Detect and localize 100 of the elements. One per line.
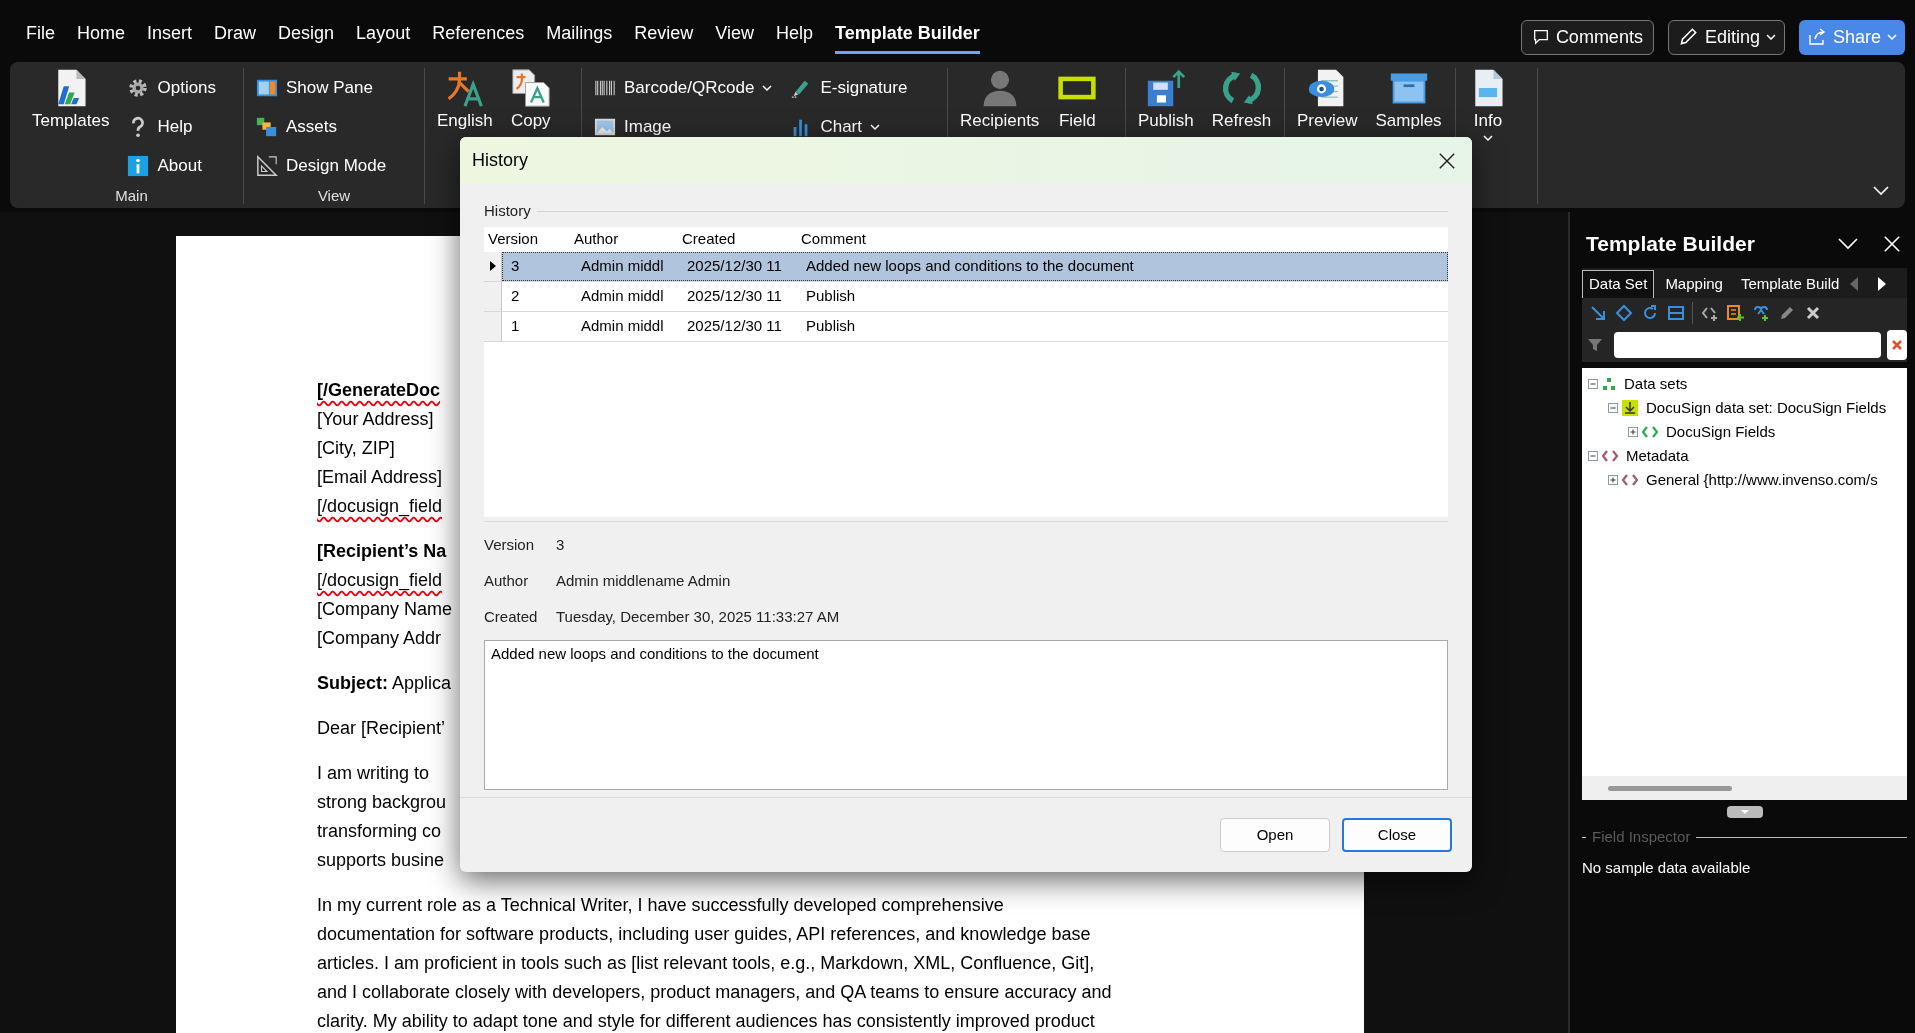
add-list-icon	[1726, 304, 1744, 322]
close-icon	[1883, 235, 1901, 253]
chevron-down-icon	[762, 84, 773, 91]
pane-tab[interactable]: Template Build	[1733, 270, 1847, 298]
field-label: Author	[484, 571, 530, 592]
clear-filter-button[interactable]	[1887, 330, 1907, 360]
add-list-button[interactable]	[1725, 303, 1745, 323]
table-row[interactable]: 2 Admin middl 2025/12/30 11 Publish	[502, 281, 1448, 311]
menu-tab[interactable]: References	[432, 20, 525, 54]
filter-icon	[1588, 338, 1602, 352]
tree-item[interactable]: Metadata	[1626, 444, 1689, 468]
ribbon-button[interactable]: About	[123, 146, 221, 185]
ribbon-button[interactable]: Preview	[1293, 68, 1362, 131]
pane-tab[interactable]: Mapping	[1658, 270, 1730, 298]
row-header[interactable]	[484, 251, 502, 281]
group-label: View	[316, 186, 352, 206]
ribbon-button[interactable]: Publish	[1134, 68, 1198, 131]
column-header[interactable]: Version	[484, 226, 570, 252]
tree-item[interactable]: DocuSign Fields	[1666, 420, 1776, 444]
chevron-down-icon	[1765, 34, 1776, 40]
field-value: Tuesday, December 30, 2025 11:33:27 AM	[556, 607, 840, 628]
menu-tab[interactable]: Layout	[356, 20, 411, 54]
chevron-down-icon	[1483, 135, 1493, 141]
dialog-button[interactable]: Open	[1220, 818, 1330, 852]
menu-tab[interactable]: File	[26, 20, 55, 54]
refresh-icon	[1641, 304, 1659, 322]
menu-tab[interactable]: Review	[634, 20, 694, 54]
chevron-down-icon	[1873, 186, 1889, 196]
ribbon-button[interactable]: Show Pane	[252, 68, 391, 107]
ribbon-button[interactable]: Chart	[786, 107, 912, 146]
ribbon-button[interactable]: Help	[123, 107, 221, 146]
share-button[interactable]: Share	[1798, 19, 1905, 55]
ribbon-button[interactable]: Assets	[252, 107, 391, 146]
code-icon	[1602, 450, 1618, 462]
group-label: History	[484, 201, 531, 221]
document-paragraph: [/GenerateDoc [Your Address] [City, ZIP] [Email Address] [/docusign_field	[317, 379, 443, 519]
editing-button[interactable]: Editing	[1667, 19, 1785, 55]
comments-button[interactable]: Comments	[1520, 19, 1654, 55]
ribbon-button[interactable]: Copy	[506, 68, 555, 131]
ribbon-button[interactable]: Recipients	[956, 68, 1044, 131]
collapse-toggle[interactable]	[1588, 379, 1598, 389]
table-cell-text: 2025/12/30 11	[686, 285, 783, 306]
menu-tab[interactable]: Insert	[147, 20, 193, 54]
ribbon-button[interactable]: Barcode/QRcode	[590, 68, 777, 107]
dialog-button[interactable]: Close	[1342, 818, 1452, 852]
ribbon-button[interactable]: E-signature	[786, 68, 912, 107]
document-paragraph: Subject: Applica	[317, 672, 452, 695]
collapse-toggle[interactable]	[1588, 451, 1598, 461]
ribbon-button[interactable]: Options	[123, 68, 221, 107]
table-row[interactable]: 3 Admin middl 2025/12/30 11 Added new loops and conditions to the document	[502, 251, 1448, 281]
pane-tab[interactable]: Data Set	[1582, 270, 1655, 298]
pencil-icon	[1778, 304, 1796, 322]
collapse-toggle[interactable]	[1608, 403, 1618, 413]
menu-tab[interactable]: Home	[77, 20, 126, 54]
arrow-icon	[1589, 304, 1607, 322]
table-row[interactable]: 1 Admin middl 2025/12/30 11 Publish	[502, 311, 1448, 341]
minus-box-icon	[1608, 403, 1618, 413]
menu-tab[interactable]: Mailings	[546, 20, 613, 54]
ribbon-button[interactable]: Field	[1053, 68, 1102, 131]
menu-tab[interactable]: Template Builder	[835, 20, 980, 54]
field-label: Version	[484, 535, 536, 556]
splitter-button[interactable]	[1726, 806, 1763, 818]
tree-item[interactable]: General {http://www.invenso.com/s	[1646, 468, 1878, 492]
chevron-down-icon	[1838, 238, 1858, 250]
scrollbar-thumb[interactable]	[1608, 785, 1732, 791]
triangle-down-icon	[1740, 810, 1749, 814]
close-icon	[1892, 340, 1903, 350]
table-cell-text: 3	[510, 255, 521, 276]
close-icon	[1438, 151, 1456, 170]
collapse-button[interactable]	[1666, 303, 1686, 323]
column-header[interactable]: Author	[570, 226, 678, 252]
tree-item[interactable]: Data sets	[1624, 372, 1688, 396]
add-link-button[interactable]	[1751, 303, 1771, 323]
delete-icon	[1804, 304, 1822, 322]
menu-tab[interactable]: Design	[278, 20, 335, 54]
ribbon-button[interactable]: Design Mode	[252, 146, 391, 185]
upload-icon	[1145, 68, 1186, 108]
arrow-button[interactable]	[1588, 303, 1608, 323]
ribbon-button[interactable]: Refresh	[1207, 68, 1276, 131]
filter-field[interactable]	[1613, 332, 1882, 358]
expand-toggle[interactable]	[1628, 427, 1638, 437]
column-header[interactable]: Comment	[797, 226, 1448, 252]
ribbon-button[interactable]: Info	[1464, 68, 1512, 141]
inspector-message: No sample data available	[1582, 857, 1752, 878]
expand-toggle[interactable]	[1608, 475, 1618, 485]
download-icon	[1622, 400, 1638, 416]
ribbon-button[interactable]: Samples	[1371, 68, 1446, 131]
menu-tab[interactable]: Help	[776, 20, 813, 54]
ribbon-button[interactable]: English	[433, 68, 497, 131]
diamond-button[interactable]	[1614, 303, 1634, 323]
group-label: Main	[114, 186, 149, 206]
comment-field[interactable]: Added new loops and conditions to the document	[484, 639, 1448, 790]
tree-item[interactable]: DocuSign data set: DocuSign Fields	[1646, 396, 1887, 420]
menu-tab[interactable]: View	[715, 20, 754, 54]
chevron-down-icon	[870, 123, 880, 130]
share-icon	[1806, 27, 1827, 47]
column-header[interactable]: Created	[678, 226, 797, 252]
document-paragraph: I am writing to strong backgrou transforming co supports busine	[317, 762, 447, 872]
ribbon-button[interactable]: Templates	[28, 68, 114, 131]
menu-tab[interactable]: Draw	[214, 20, 257, 54]
